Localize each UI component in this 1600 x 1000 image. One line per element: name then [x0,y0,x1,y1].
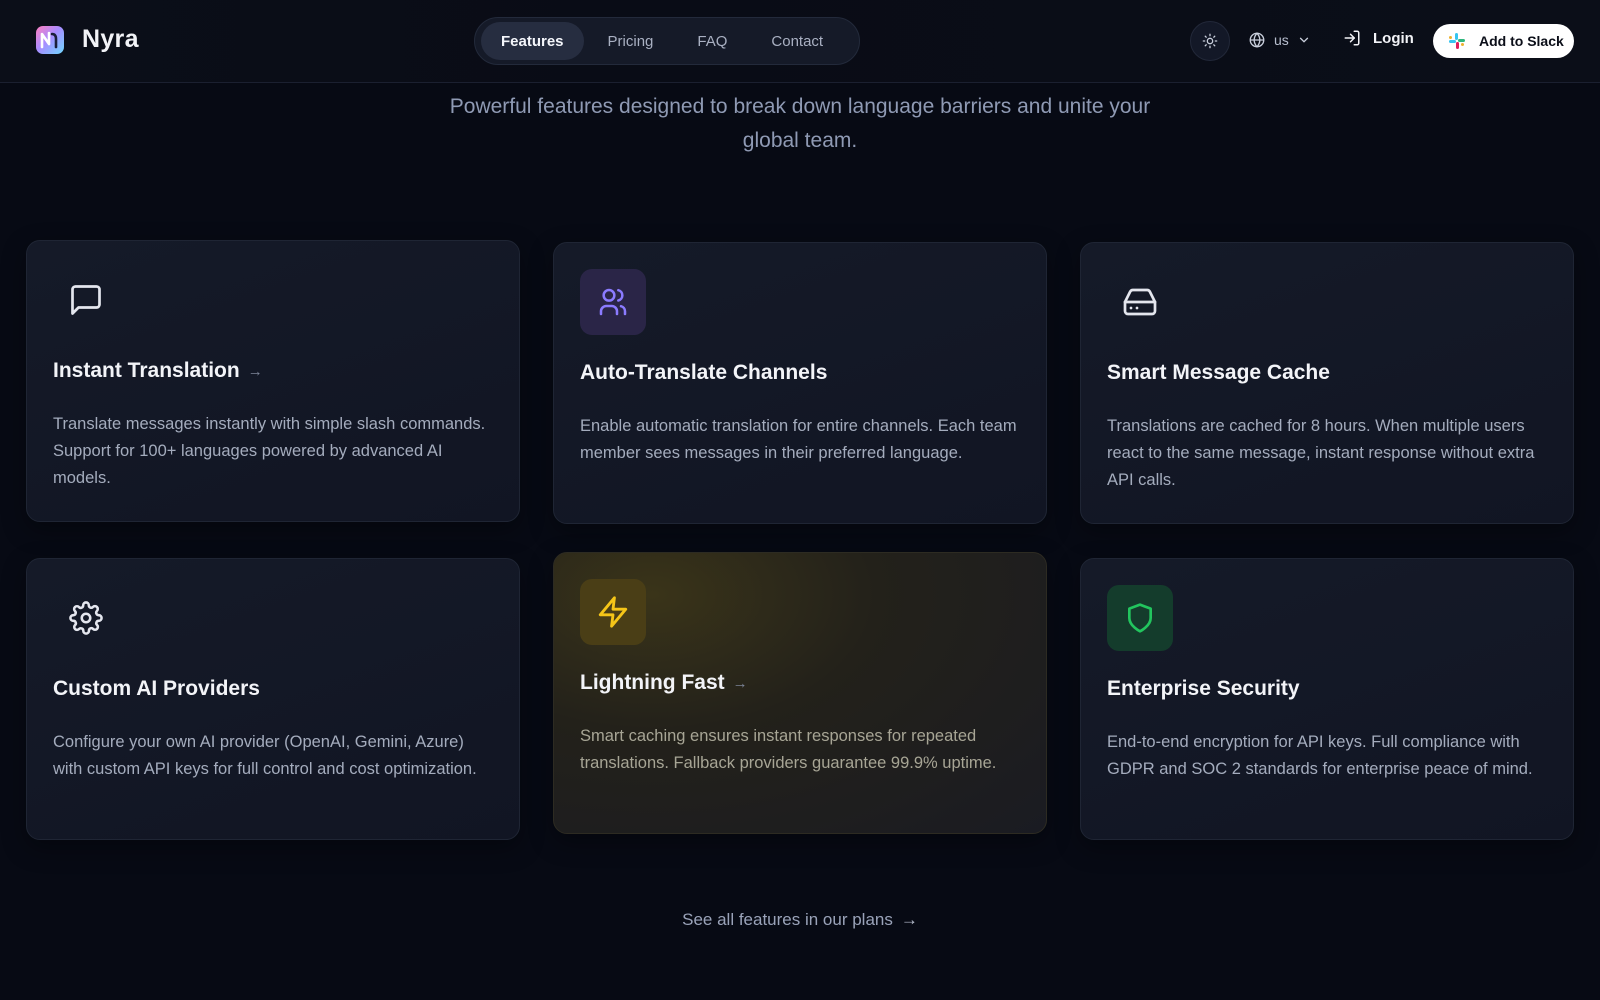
language-code: us [1274,32,1289,48]
language-selector[interactable]: us [1248,31,1311,49]
login-link[interactable]: Login [1343,29,1414,47]
feature-title-text: Enterprise Security [1107,677,1300,700]
arrow-right-icon: → [732,674,748,692]
feature-description: Enable automatic translation for entire … [580,417,1017,462]
feature-title: Lightning Fast → [580,671,748,695]
feature-description: End-to-end encryption for API keys. Full… [1107,733,1533,778]
message-square-icon [53,267,119,333]
login-label: Login [1373,29,1414,47]
feature-card-auto-translate[interactable]: Auto-Translate Channels Enable automatic… [553,242,1047,524]
slack-button-label: Add to Slack [1479,33,1564,49]
shield-icon [1107,585,1173,651]
chevron-down-icon [1299,37,1308,43]
feature-card-lightning-fast[interactable]: Lightning Fast → Smart caching ensures i… [553,552,1047,834]
theme-toggle-button[interactable] [1190,21,1230,61]
feature-title: Enterprise Security [1107,677,1300,701]
slack-icon [1449,33,1465,49]
arrow-right-icon: → [900,910,918,929]
feature-title-text: Smart Message Cache [1107,361,1330,384]
feature-title-text: Instant Translation [53,359,240,382]
see-all-features-link[interactable]: See all features in our plans → [0,910,1600,930]
arrow-right-icon: → [247,362,263,380]
nav-features[interactable]: Features [481,22,584,60]
gear-icon [53,585,119,651]
feature-title-text: Auto-Translate Channels [580,361,828,384]
feature-description: Smart caching ensures instant responses … [580,727,997,772]
feature-card-smart-cache[interactable]: Smart Message Cache Translations are cac… [1080,242,1574,524]
feature-title-text: Custom AI Providers [53,677,260,700]
brand[interactable]: Nyra [36,25,139,54]
brand-name: Nyra [82,25,139,53]
sun-icon [1202,33,1218,49]
lightning-icon [580,579,646,645]
feature-card-custom-ai[interactable]: Custom AI Providers Configure your own A… [26,558,520,840]
hard-drive-icon [1107,269,1173,335]
main-nav: Features Pricing FAQ Contact [474,17,860,65]
log-in-icon [1344,30,1360,46]
globe-icon [1249,32,1265,48]
feature-description: Translations are cached for 8 hours. Whe… [1107,417,1535,489]
add-to-slack-button[interactable]: Add to Slack [1433,24,1574,58]
users-icon [580,269,646,335]
feature-card-instant-translation[interactable]: Instant Translation → Translate messages… [26,240,520,522]
nyra-logo-icon [36,25,64,54]
feature-title: Custom AI Providers [53,677,260,701]
feature-title-text: Lightning Fast [580,671,725,694]
top-navbar: Nyra Features Pricing FAQ Contact us Log… [0,0,1600,83]
feature-title: Auto-Translate Channels [580,361,827,385]
nav-contact[interactable]: Contact [751,22,843,60]
nav-pricing[interactable]: Pricing [588,22,674,60]
feature-title: Smart Message Cache [1107,361,1330,385]
feature-description: Translate messages instantly with simple… [53,415,486,487]
hero-subtitle: Powerful features designed to break down… [449,95,1151,152]
feature-description: Configure your own AI provider (OpenAI, … [53,733,477,778]
feature-title: Instant Translation → [53,359,263,383]
nav-faq[interactable]: FAQ [677,22,747,60]
see-all-features-label: See all features in our plans [682,910,893,929]
feature-card-enterprise-security[interactable]: Enterprise Security End-to-end encryptio… [1080,558,1574,840]
